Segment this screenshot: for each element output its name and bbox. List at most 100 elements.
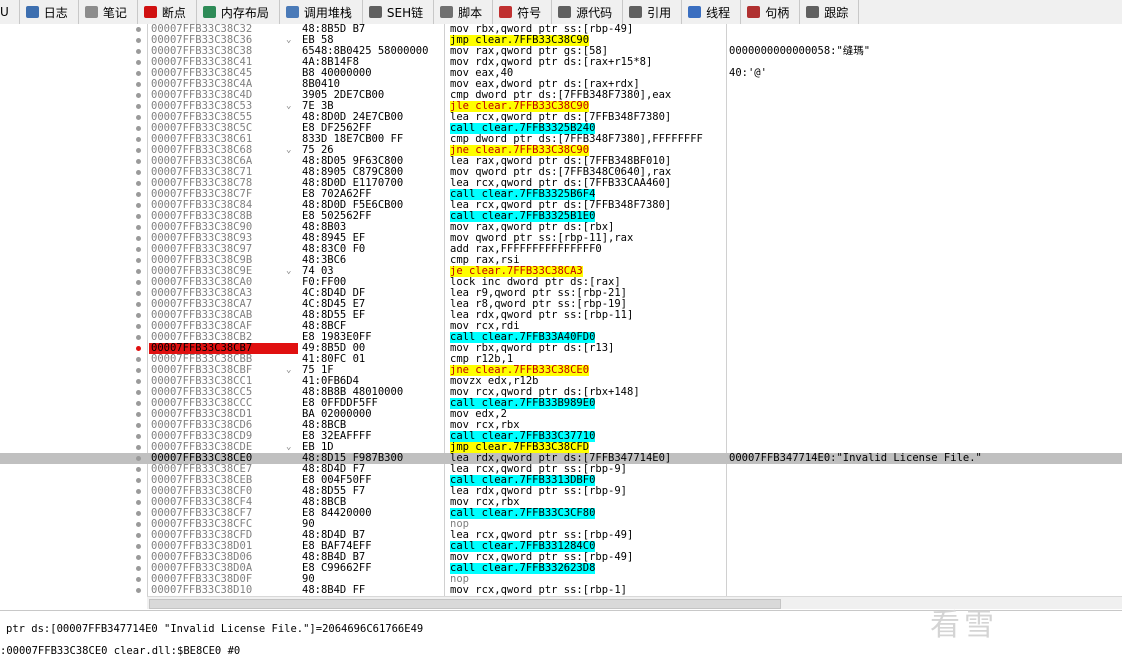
tab-call-stack[interactable]: 调用堆栈 [280, 0, 363, 24]
breakpoint-slot-icon[interactable] [136, 555, 141, 560]
jump-chevron-icon: ⌄ [286, 266, 292, 276]
breakpoint-slot-icon[interactable] [136, 192, 141, 197]
breakpoint-slot-icon[interactable] [136, 357, 141, 362]
tab-label: 日志 [43, 5, 68, 20]
breakpoint-slot-icon[interactable] [136, 181, 141, 186]
instruction: lea r8,qword ptr ss:[rbp-19] [450, 299, 628, 310]
breakpoint-slot-icon[interactable] [136, 533, 141, 538]
breakpoint-slot-icon[interactable] [136, 170, 141, 175]
breakpoint-slot-icon[interactable] [136, 511, 141, 516]
breakpoint-slot-icon[interactable] [136, 126, 141, 131]
breakpoint-slot-icon[interactable] [136, 258, 141, 263]
breakpoint-icon[interactable] [136, 346, 141, 351]
tab-label: 内存布局 [220, 5, 269, 20]
instruction: mov rcx,rdi [450, 321, 520, 332]
breakpoint-slot-icon[interactable] [136, 566, 141, 571]
breakpoint-slot-icon[interactable] [136, 577, 141, 582]
tab-memory-map[interactable]: 内存布局 [197, 0, 280, 24]
tab-label: 笔记 [102, 5, 127, 20]
tab-references[interactable]: 引用 [623, 0, 683, 24]
tab-symbols[interactable]: 符号 [493, 0, 553, 24]
breakpoint-slot-icon[interactable] [136, 500, 141, 505]
instruction: lea rcx,qword ptr ss:[rbp-49] [450, 530, 634, 541]
breakpoint-slot-icon[interactable] [136, 148, 141, 153]
tab-script[interactable]: 脚本 [434, 0, 494, 24]
breakpoint-slot-icon[interactable] [136, 401, 141, 406]
breakpoint-slot-icon[interactable] [136, 137, 141, 142]
instruction: lea rcx,qword ptr ds:[7FFB33CAA460] [450, 178, 672, 189]
breakpoint-slot-icon[interactable] [136, 27, 141, 32]
breakpoint-slot-icon[interactable] [136, 445, 141, 450]
instruction: mov qword ptr ss:[rbp-11],rax [450, 233, 634, 244]
instruction: jmp clear.7FFB33C38CFD [450, 442, 590, 453]
instruction: cmp dword ptr ds:[7FFB348F7380],eax [450, 90, 672, 101]
instruction: lea r9,qword ptr ss:[rbp-21] [450, 288, 628, 299]
breakpoint-slot-icon[interactable] [136, 522, 141, 527]
instruction: nop [450, 519, 469, 530]
jump-chevron-icon: ⌄ [286, 35, 292, 45]
breakpoint-slot-icon[interactable] [136, 335, 141, 340]
instruction: mov rcx,rbx [450, 420, 520, 431]
breakpoint-slot-icon[interactable] [136, 379, 141, 384]
instruction: mov rdx,qword ptr ds:[rax+r15*8] [450, 57, 653, 68]
instruction: lea rdx,qword ptr ds:[7FFB347714E0] [450, 453, 672, 464]
disasm-row[interactable]: 00007FFB33C38D10 48:8B4D FF mov rcx,qword … [0, 585, 1122, 596]
breakpoint-slot-icon[interactable] [136, 225, 141, 230]
breakpoint-slot-icon[interactable] [136, 456, 141, 461]
source-icon [558, 6, 572, 18]
breakpoint-slot-icon[interactable] [136, 203, 141, 208]
scroll-thumb[interactable] [149, 599, 781, 609]
breakpoint-slot-icon[interactable] [136, 159, 141, 164]
instruction: mov rcx,qword ptr ss:[rbp-1] [450, 585, 628, 596]
breakpoint-slot-icon[interactable] [136, 104, 141, 109]
instruction: mov edx,2 [450, 409, 507, 420]
tab-breakpoint[interactable]: 断点 [138, 0, 197, 24]
bytes: E8 84420000 [302, 507, 372, 519]
tab-trace[interactable]: 跟踪 [800, 0, 860, 24]
breakpoint-slot-icon[interactable] [136, 588, 141, 593]
breakpoint-slot-icon[interactable] [136, 60, 141, 65]
breakpoint-slot-icon[interactable] [136, 324, 141, 329]
instruction: call clear.7FFB331284C0 [450, 541, 596, 552]
tab-label: 句柄 [765, 5, 790, 20]
instruction: mov rcx,rbx [450, 497, 520, 508]
breakpoint-slot-icon[interactable] [136, 82, 141, 87]
tab-notes[interactable]: 笔记 [79, 0, 138, 24]
breakpoint-slot-icon[interactable] [136, 544, 141, 549]
breakpoint-slot-icon[interactable] [136, 368, 141, 373]
breakpoint-slot-icon[interactable] [136, 269, 141, 274]
breakpoint-slot-icon[interactable] [136, 313, 141, 318]
breakpoint-slot-icon[interactable] [136, 93, 141, 98]
breakpoint-slot-icon[interactable] [136, 115, 141, 120]
breakpoint-slot-icon[interactable] [136, 423, 141, 428]
tab-label: 符号 [517, 5, 542, 20]
breakpoint-slot-icon[interactable] [136, 434, 141, 439]
breakpoint-slot-icon[interactable] [136, 236, 141, 241]
disassembly-view[interactable]: 00007FFB33C38C32 48:8B5D B7 mov rbx,qword … [0, 24, 1122, 596]
breakpoint-slot-icon[interactable] [136, 291, 141, 296]
breakpoint-slot-icon[interactable] [136, 49, 141, 54]
tab-handles[interactable]: 句柄 [741, 0, 801, 24]
breakpoint-slot-icon[interactable] [136, 247, 141, 252]
breakpoint-slot-icon[interactable] [136, 302, 141, 307]
breakpoint-slot-icon[interactable] [136, 390, 141, 395]
breakpoint-slot-icon[interactable] [136, 71, 141, 76]
breakpoint-slot-icon[interactable] [136, 467, 141, 472]
tab-source[interactable]: 源代码 [552, 0, 624, 24]
tab-log[interactable]: 日志 [20, 0, 79, 24]
info-line-1: ptr ds:[00007FFB347714E0 "Invalid Licens… [6, 623, 424, 635]
breakpoint-slot-icon[interactable] [136, 38, 141, 43]
breakpoint-slot-icon[interactable] [136, 280, 141, 285]
breakpoint-slot-icon[interactable] [136, 214, 141, 219]
instruction: je clear.7FFB33C38CA3 [450, 266, 583, 277]
address: 00007FFB33C38D10 [151, 584, 253, 596]
breakpoint-slot-icon[interactable] [136, 478, 141, 483]
instruction: mov rax,qword ptr gs:[58] [450, 46, 609, 57]
breakpoint-slot-icon[interactable] [136, 412, 141, 417]
tab-seh-chain[interactable]: SEH链 [363, 0, 435, 24]
breakpoint-slot-icon[interactable] [136, 489, 141, 494]
instruction: cmp r12b,1 [450, 354, 514, 365]
tab-threads[interactable]: 线程 [682, 0, 742, 24]
tab-label: 脚本 [458, 5, 483, 20]
tab-cpu[interactable]: U [0, 0, 20, 24]
